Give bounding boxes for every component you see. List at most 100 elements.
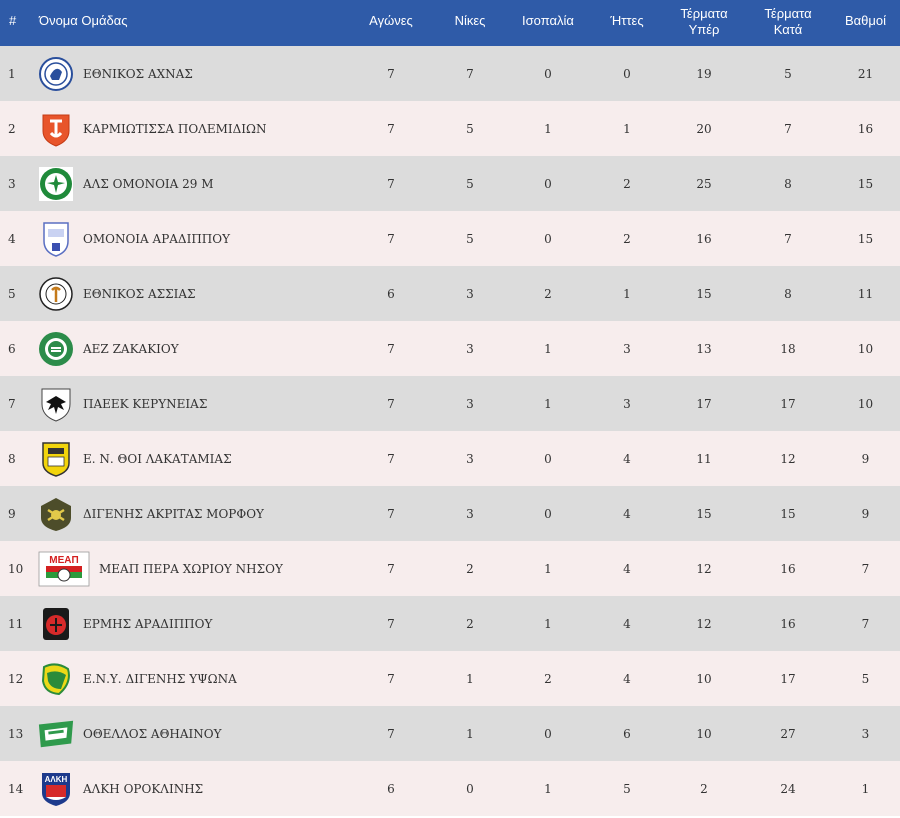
team-cell[interactable]: ΜΕΑΠ ΜΕΑΠ ΠΕΡΑ ΧΩΡΙΟΥ ΝΗΣΟΥ: [37, 550, 347, 588]
digenis-morfou-crest-icon: [37, 495, 75, 533]
pts-cell: 5: [861, 671, 870, 686]
header-played[interactable]: Αγώνες: [347, 0, 435, 46]
header-team-name[interactable]: Όνομα Ομάδας: [37, 0, 347, 46]
draws-cell: 0: [544, 231, 552, 246]
gf-cell: 10: [696, 671, 712, 686]
team-cell[interactable]: ΑΛΚΗ ΑΛΚΗ ΟΡΟΚΛΙΝΗΣ: [37, 770, 347, 808]
header-draws[interactable]: Ισοπαλία: [505, 0, 591, 46]
played-cell: 7: [387, 121, 395, 136]
team-name[interactable]: ΕΘΝΙΚΟΣ ΑΧΝΑΣ: [83, 67, 193, 81]
wins-cell: 5: [466, 121, 474, 136]
team-name[interactable]: Ε. Ν. ΘΟΙ ΛΑΚΑΤΑΜΙΑΣ: [83, 452, 232, 466]
aez-zakakiou-crest-icon: [37, 330, 75, 368]
gf-cell: 13: [696, 341, 712, 356]
table-row[interactable]: 1 ΕΘΝΙΚΟΣ ΑΧΝΑΣ 7 7 0 0 19 5 21: [0, 46, 900, 101]
table-row[interactable]: 12 Ε.Ν.Υ. ΔΙΓΕΝΗΣ ΥΨΩΝΑ 7 1 2 4 10 17 5: [0, 651, 900, 706]
draws-cell: 0: [544, 506, 552, 521]
position-cell: 2: [8, 121, 16, 136]
team-name[interactable]: ΑΛΣ ΟΜΟΝΟΙΑ 29 Μ: [83, 177, 214, 191]
table-row[interactable]: 11 ΕΡΜΗΣ ΑΡΑΔΙΠΠΟΥ 7 2 1 4 12 16 7: [0, 596, 900, 651]
draws-cell: 1: [544, 396, 552, 411]
header-position[interactable]: #: [0, 0, 37, 46]
wins-cell: 3: [466, 286, 474, 301]
team-name[interactable]: ΕΘΝΙΚΟΣ ΑΣΣΙΑΣ: [83, 287, 195, 301]
table-row[interactable]: 10 ΜΕΑΠ ΜΕΑΠ ΠΕΡΑ ΧΩΡΙΟΥ ΝΗΣΟΥ 7 2 1 4 12 16 7: [0, 541, 900, 596]
wins-cell: 0: [466, 781, 474, 796]
team-cell[interactable]: Ε. Ν. ΘΟΙ ΛΑΚΑΤΑΜΙΑΣ: [37, 440, 347, 478]
pts-cell: 10: [857, 341, 874, 356]
header-goals-against-line2: Κατά: [773, 22, 803, 37]
table-row[interactable]: 4 ΟΜΟΝΟΙΑ ΑΡΑΔΙΠΠΟΥ 7 5 0 2 16 7 15: [0, 211, 900, 266]
meap-logo-text: ΜΕΑΠ: [49, 555, 78, 566]
alki-crest-icon: ΑΛΚΗ: [37, 770, 75, 808]
gf-cell: 11: [696, 451, 712, 466]
team-cell[interactable]: ΟΜΟΝΟΙΑ ΑΡΑΔΙΠΠΟΥ: [37, 220, 347, 258]
team-cell[interactable]: ΔΙΓΕΝΗΣ ΑΚΡΙΤΑΣ ΜΟΡΦΟΥ: [37, 495, 347, 533]
draws-cell: 1: [544, 341, 552, 356]
table-row[interactable]: 2 ΚΑΡΜΙΩΤΙΣΣΑ ΠΟΛΕΜΙΔΙΩΝ 7 5 1 1 20 7 16: [0, 101, 900, 156]
team-name[interactable]: ΑΕΖ ΖΑΚΑΚΙΟΥ: [83, 342, 179, 356]
table-row[interactable]: 6 ΑΕΖ ΖΑΚΑΚΙΟΥ 7 3 1 3 13 18 10: [0, 321, 900, 376]
team-name[interactable]: ΕΡΜΗΣ ΑΡΑΔΙΠΠΟΥ: [83, 617, 212, 631]
team-cell[interactable]: ΠΑΕΕΚ ΚΕΡΥΝΕΙΑΣ: [37, 385, 347, 423]
ga-cell: 27: [780, 726, 796, 741]
team-name[interactable]: ΜΕΑΠ ΠΕΡΑ ΧΩΡΙΟΥ ΝΗΣΟΥ: [99, 562, 283, 576]
table-row[interactable]: 14 ΑΛΚΗ ΑΛΚΗ ΟΡΟΚΛΙΝΗΣ 6 0 1 5 2 24 1: [0, 761, 900, 816]
played-cell: 7: [387, 726, 395, 741]
table-row[interactable]: 9 ΔΙΓΕΝΗΣ ΑΚΡΙΤΑΣ ΜΟΡΦΟΥ 7 3 0 4 15 15 9: [0, 486, 900, 541]
ga-cell: 12: [780, 451, 796, 466]
team-name[interactable]: Ε.Ν.Υ. ΔΙΓΕΝΗΣ ΥΨΩΝΑ: [83, 672, 237, 686]
team-cell[interactable]: ΕΘΝΙΚΟΣ ΑΣΣΙΑΣ: [37, 275, 347, 313]
wins-cell: 3: [466, 506, 474, 521]
played-cell: 7: [387, 396, 395, 411]
team-cell[interactable]: ΕΡΜΗΣ ΑΡΑΔΙΠΠΟΥ: [37, 605, 347, 643]
ethnikos-assias-crest-icon: [37, 275, 75, 313]
wins-cell: 1: [466, 726, 474, 741]
table-row[interactable]: 5 ΕΘΝΙΚΟΣ ΑΣΣΙΑΣ 6 3 2 1 15 8 11: [0, 266, 900, 321]
header-losses[interactable]: Ήττες: [591, 0, 663, 46]
pts-cell: 7: [861, 616, 870, 631]
team-cell[interactable]: ΑΛΣ ΟΜΟΝΟΙΑ 29 Μ: [37, 165, 347, 203]
team-cell[interactable]: ΕΘΝΙΚΟΣ ΑΧΝΑΣ: [37, 55, 347, 93]
position-cell: 5: [8, 286, 16, 301]
team-name[interactable]: ΑΛΚΗ ΟΡΟΚΛΙΝΗΣ: [83, 782, 203, 796]
team-name[interactable]: ΠΑΕΕΚ ΚΕΡΥΝΕΙΑΣ: [83, 397, 207, 411]
losses-cell: 4: [623, 671, 631, 686]
header-goals-for[interactable]: Τέρματα Υπέρ: [663, 0, 745, 46]
played-cell: 7: [387, 616, 395, 631]
team-name[interactable]: ΟΘΕΛΛΟΣ ΑΘΗΑΙΝΟΥ: [83, 727, 222, 741]
losses-cell: 4: [623, 506, 631, 521]
losses-cell: 6: [623, 726, 631, 741]
pts-cell: 3: [861, 726, 870, 741]
team-name[interactable]: ΔΙΓΕΝΗΣ ΑΚΡΙΤΑΣ ΜΟΡΦΟΥ: [83, 507, 264, 521]
team-cell[interactable]: ΑΕΖ ΖΑΚΑΚΙΟΥ: [37, 330, 347, 368]
losses-cell: 0: [623, 66, 631, 81]
team-cell[interactable]: Ε.Ν.Υ. ΔΙΓΕΝΗΣ ΥΨΩΝΑ: [37, 660, 347, 698]
team-name[interactable]: ΟΜΟΝΟΙΑ ΑΡΑΔΙΠΠΟΥ: [83, 232, 230, 246]
position-cell: 1: [8, 66, 16, 81]
team-cell[interactable]: ΟΘΕΛΛΟΣ ΑΘΗΑΙΝΟΥ: [37, 715, 347, 753]
team-cell[interactable]: ΚΑΡΜΙΩΤΙΣΣΑ ΠΟΛΕΜΙΔΙΩΝ: [37, 110, 347, 148]
position-cell: 12: [8, 671, 24, 686]
ga-cell: 8: [784, 286, 792, 301]
pts-cell: 9: [861, 451, 870, 466]
header-goals-for-line1: Τέρματα: [680, 6, 728, 21]
pts-cell: 16: [857, 121, 874, 136]
table-row[interactable]: 7 ΠΑΕΕΚ ΚΕΡΥΝΕΙΑΣ 7 3 1 3 17 17 10: [0, 376, 900, 431]
table-row[interactable]: 3 ΑΛΣ ΟΜΟΝΟΙΑ 29 Μ 7 5 0 2 25 8 15: [0, 156, 900, 211]
header-points[interactable]: Βαθμοί: [831, 0, 900, 46]
header-goals-against[interactable]: Τέρματα Κατά: [745, 0, 831, 46]
header-goals-for-line2: Υπέρ: [688, 22, 720, 37]
pts-cell: 15: [857, 176, 874, 191]
ga-cell: 5: [784, 66, 792, 81]
gf-cell: 15: [696, 506, 712, 521]
draws-cell: 2: [544, 671, 552, 686]
pts-cell: 21: [857, 66, 874, 81]
draws-cell: 1: [544, 121, 552, 136]
othellos-crest-icon: [37, 715, 75, 753]
team-name[interactable]: ΚΑΡΜΙΩΤΙΣΣΑ ΠΟΛΕΜΙΔΙΩΝ: [83, 122, 267, 136]
header-wins[interactable]: Νίκες: [435, 0, 505, 46]
omonoia-29m-crest-icon: [37, 165, 75, 203]
table-row[interactable]: 13 ΟΘΕΛΛΟΣ ΑΘΗΑΙΝΟΥ 7 1 0 6 10 27 3: [0, 706, 900, 761]
table-row[interactable]: 8 Ε. Ν. ΘΟΙ ΛΑΚΑΤΑΜΙΑΣ 7 3 0 4 11 12 9: [0, 431, 900, 486]
